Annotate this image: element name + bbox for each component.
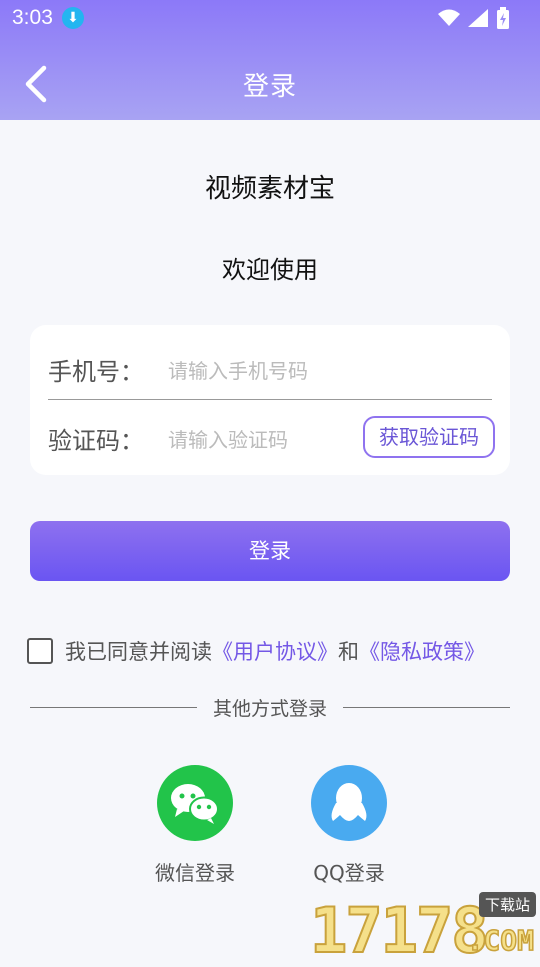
page-title: 登录 [242,72,297,102]
download-icon: ⬇ [62,7,84,29]
login-button[interactable]: 登录 [30,521,510,581]
signal-icon [468,9,488,27]
get-code-button[interactable]: 获取验证码 [363,416,495,458]
watermark-domain: .COM [466,923,535,958]
privacy-policy-link[interactable]: 《隐私政策》 [359,636,485,666]
divider-line-right [343,706,511,708]
agreement-row: 我已同意并阅读 《用户协议》 和 《隐私政策》 [27,635,485,667]
user-agreement-link[interactable]: 《用户协议》 [212,636,338,666]
wechat-icon [157,765,233,841]
agreement-text: 我已同意并阅读 [65,640,212,664]
other-login-title: 其他方式登录 [213,697,328,720]
form-divider [48,399,492,400]
agreement-checkbox[interactable] [27,638,53,664]
code-label: 验证码： [48,427,144,455]
qq-icon [311,765,387,841]
status-time: 3:03 [12,6,53,29]
code-input[interactable] [166,423,370,457]
top-header: 3:03 ⬇ 登录 [0,0,540,120]
qq-login-button[interactable]: QQ登录 [304,765,394,886]
wifi-icon [438,9,460,26]
status-bar: 3:03 ⬇ [0,0,540,36]
phone-label: 手机号： [48,358,144,386]
login-form-card: 手机号： 验证码： 获取验证码 [30,325,510,475]
status-icons [438,7,510,29]
qq-login-label: QQ登录 [313,861,385,885]
watermark-number: 17178 [309,893,490,967]
battery-icon [497,7,509,29]
phone-input[interactable] [166,354,370,388]
wechat-login-label: 微信登录 [155,861,235,885]
agreement-and: 和 [338,640,359,664]
app-name: 视频素材宝 [204,174,335,204]
welcome-text: 欢迎使用 [222,256,318,284]
divider-line-left [30,706,197,708]
watermark-tag: 下载站 [478,892,536,917]
wechat-login-button[interactable]: 微信登录 [150,765,240,886]
watermark-logo: 17178 下载站 .COM [309,890,540,967]
other-login-divider: 其他方式登录 [30,693,511,721]
